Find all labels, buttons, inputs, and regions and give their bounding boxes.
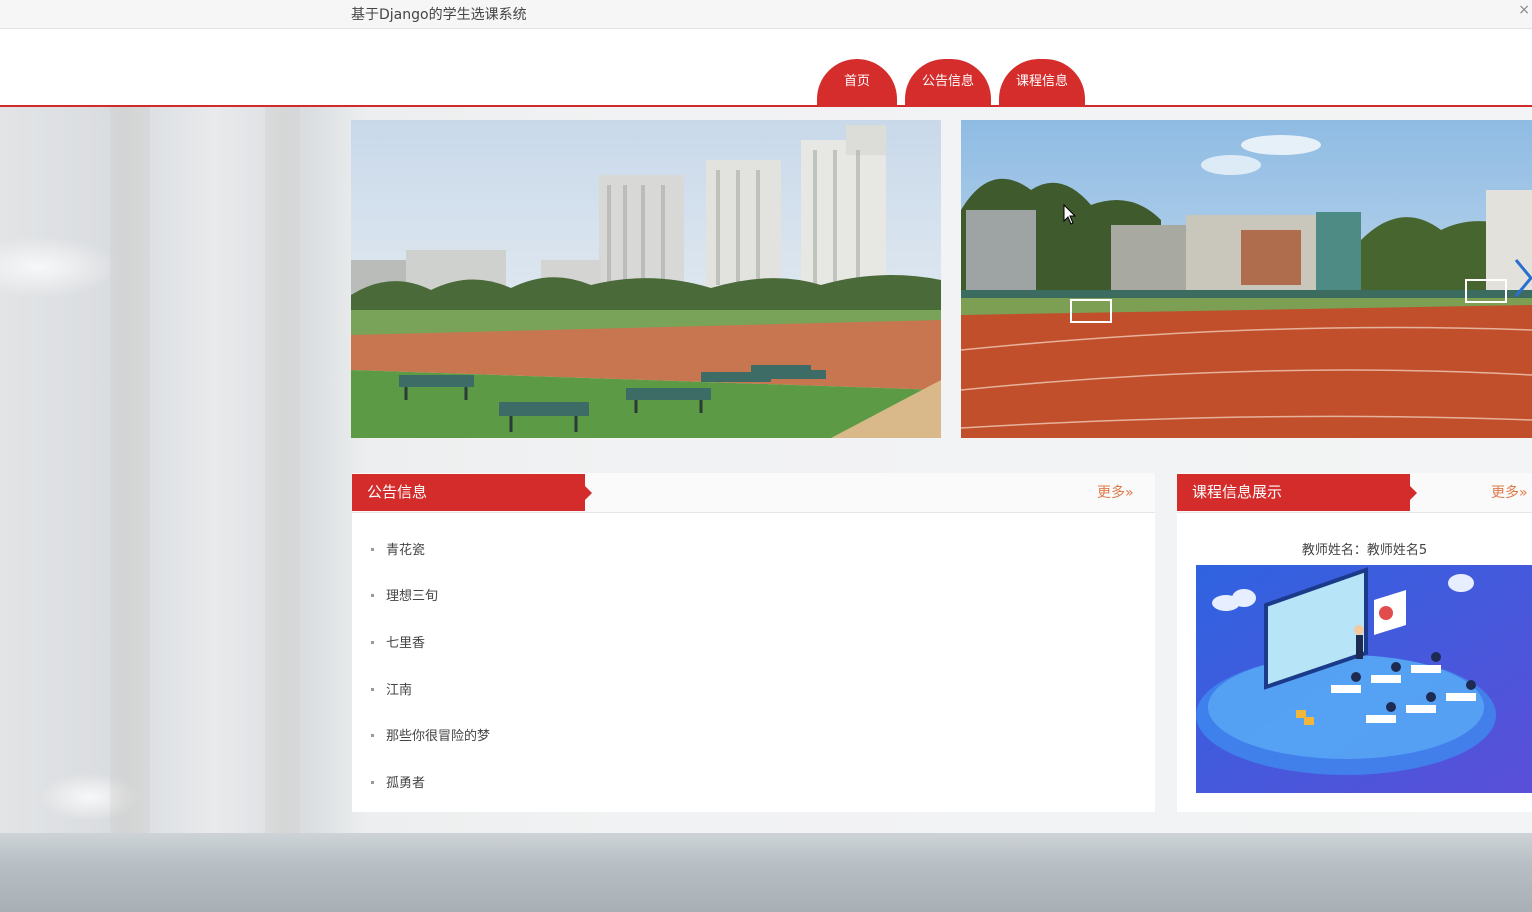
teacher-name: 教师姓名：教师姓名5 xyxy=(1301,543,1428,558)
bullet-icon xyxy=(371,641,374,644)
course-panel-title: 课程信息展示 xyxy=(1177,474,1417,511)
page-footer-background xyxy=(0,833,1532,912)
notice-list-item[interactable]: 孤勇者 xyxy=(371,772,425,792)
bullet-icon xyxy=(371,594,374,597)
nav-item-notices[interactable]: 公告信息 xyxy=(905,59,991,107)
mouse-cursor-icon xyxy=(1063,204,1077,225)
background-tree-trunk xyxy=(110,107,150,833)
notice-item-label: 江南 xyxy=(386,683,413,698)
banner-image-2[interactable] xyxy=(961,120,1532,438)
campus-photo-table-tennis xyxy=(351,120,941,438)
bullet-icon xyxy=(371,734,374,737)
campus-photo-running-track xyxy=(961,120,1532,438)
notice-panel-header: 公告信息 更多» xyxy=(352,473,1155,513)
notice-item-label: 理想三旬 xyxy=(386,589,439,604)
course-more-link[interactable]: 更多» xyxy=(1491,482,1528,502)
course-panel-header: 课程信息展示 更多» xyxy=(1177,473,1532,513)
bullet-icon xyxy=(371,548,374,551)
close-icon[interactable]: × xyxy=(1518,2,1530,18)
notice-item-label: 青花瓷 xyxy=(386,543,426,558)
window-title-bar: 基于Django的学生选课系统 × xyxy=(0,0,1532,29)
notice-panel-title: 公告信息 xyxy=(352,474,592,511)
classroom-illustration xyxy=(1196,565,1532,793)
notice-more-link[interactable]: 更多» xyxy=(1097,482,1134,502)
notice-item-label: 孤勇者 xyxy=(386,776,426,791)
nav-item-home[interactable]: 首页 xyxy=(817,59,897,107)
bullet-icon xyxy=(371,688,374,691)
notice-item-label: 那些你很冒险的梦 xyxy=(386,729,491,744)
bullet-icon xyxy=(371,781,374,784)
background-tree-trunk xyxy=(265,107,300,833)
site-title: 基于Django的学生选课系统 xyxy=(351,7,527,23)
course-panel: 课程信息展示 更多» 教师姓名：教师姓名5 xyxy=(1177,473,1532,812)
notice-item-label: 七里香 xyxy=(386,636,426,651)
notice-list-item[interactable]: 理想三旬 xyxy=(371,585,438,605)
course-image[interactable] xyxy=(1196,565,1532,793)
nav-item-courses[interactable]: 课程信息 xyxy=(999,59,1085,107)
notice-panel: 公告信息 更多» 青花瓷 理想三旬 七里香 江南 那些你很冒险的梦 孤勇者 xyxy=(352,473,1155,812)
notice-list-item[interactable]: 江南 xyxy=(371,679,412,699)
notice-list-item[interactable]: 七里香 xyxy=(371,632,425,652)
banner-image-1[interactable] xyxy=(351,120,941,438)
site-header: 首页 公告信息 课程信息 xyxy=(0,29,1532,107)
notice-list-item[interactable]: 那些你很冒险的梦 xyxy=(371,725,490,745)
notice-list-item[interactable]: 青花瓷 xyxy=(371,539,425,559)
